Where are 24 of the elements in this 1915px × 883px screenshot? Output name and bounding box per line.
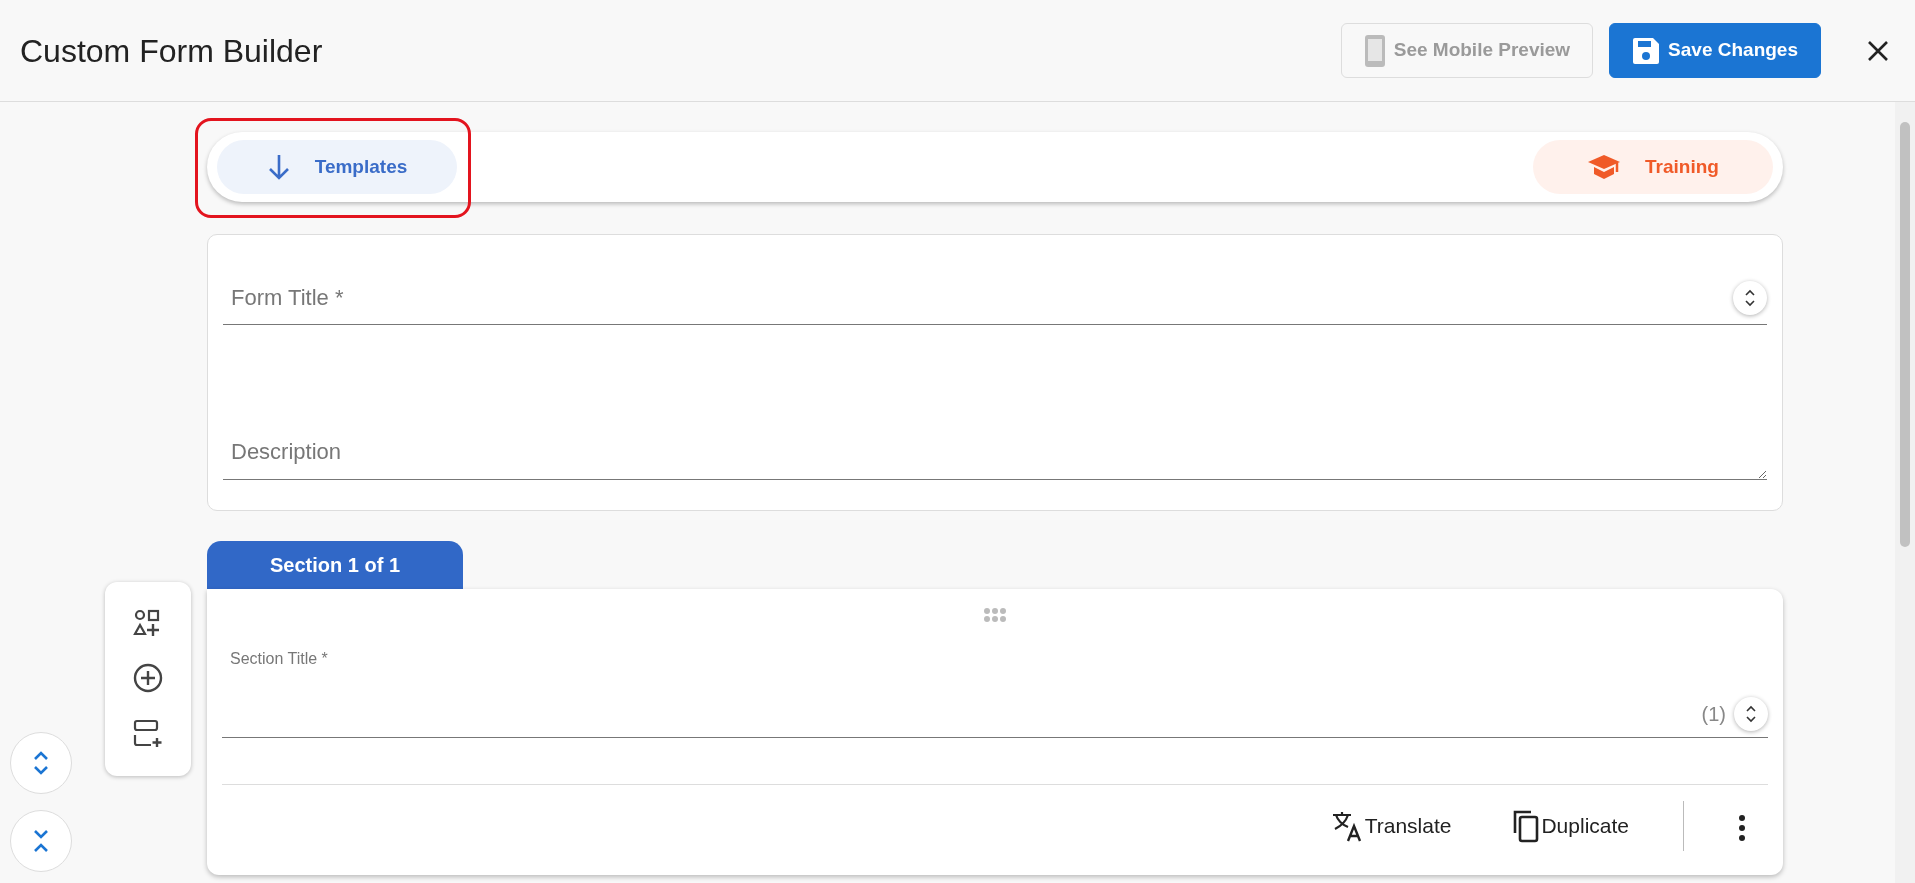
rows-plus-icon xyxy=(132,718,164,750)
save-button[interactable]: Save Changes xyxy=(1609,23,1821,78)
templates-button[interactable]: Templates xyxy=(217,140,457,194)
field-label: Section Title * xyxy=(229,649,329,669)
arrow-down-icon xyxy=(266,153,291,181)
page-title: Custom Form Builder xyxy=(20,31,323,71)
chevrons-up-down-icon xyxy=(1744,288,1756,307)
description-field[interactable]: Description xyxy=(223,425,1767,479)
chevrons-expand-icon xyxy=(32,749,50,777)
drag-handle-icon[interactable] xyxy=(983,607,1007,623)
translate-button[interactable]: Translate xyxy=(1324,806,1458,846)
form-title-field[interactable]: Form Title * xyxy=(223,271,1733,324)
phone-icon xyxy=(1363,33,1386,68)
duplicate-button[interactable]: Duplicate xyxy=(1505,805,1635,847)
close-icon xyxy=(1867,40,1889,63)
chevrons-up-down-icon xyxy=(1745,705,1757,723)
stepper-button[interactable] xyxy=(1734,697,1768,731)
graduation-cap-icon xyxy=(1587,154,1622,180)
training-button[interactable]: Training xyxy=(1533,140,1773,194)
more-vertical-icon xyxy=(1738,813,1746,842)
stepper-button[interactable] xyxy=(1733,280,1767,315)
scrollbar[interactable] xyxy=(1895,102,1915,883)
plus-circle-icon xyxy=(132,662,164,694)
character-counter: (1) xyxy=(1701,702,1726,727)
